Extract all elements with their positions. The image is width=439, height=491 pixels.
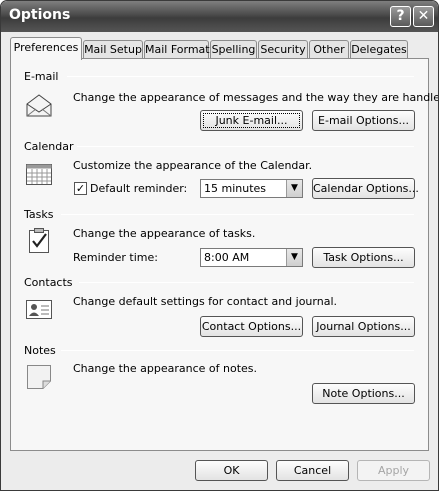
tab-security[interactable]: Security: [258, 40, 308, 59]
notes-heading: Notes: [24, 344, 56, 357]
tab-other[interactable]: Other: [309, 40, 349, 59]
tab-preferences[interactable]: Preferences: [10, 37, 82, 60]
note-icon: [25, 363, 53, 389]
calendar-separator: [77, 146, 414, 147]
calendar-icon: [25, 161, 53, 187]
default-reminder-checkbox[interactable]: ✓: [74, 182, 87, 195]
contacts-description: Change default settings for contact and …: [73, 295, 337, 308]
contacts-separator: [79, 282, 414, 283]
task-clipboard-icon: [25, 227, 53, 253]
preferences-panel: E-mail Change the appearance of messages…: [10, 58, 438, 451]
reminder-time-select[interactable]: 8:00 AM ▼: [200, 248, 303, 267]
calendar-options-button[interactable]: Calendar Options...: [312, 178, 419, 199]
ok-button[interactable]: OK: [195, 460, 268, 481]
contacts-heading: Contacts: [24, 276, 73, 289]
contact-card-icon: [25, 297, 53, 323]
default-reminder-value: 15 minutes: [204, 182, 267, 195]
tab-mail-format[interactable]: Mail Format: [144, 40, 210, 59]
reminder-time-label: Reminder time:: [73, 251, 158, 264]
apply-button[interactable]: Apply: [357, 460, 430, 481]
task-options-button[interactable]: Task Options...: [312, 247, 415, 268]
notes-description: Change the appearance of notes.: [73, 362, 258, 375]
default-reminder-select[interactable]: 15 minutes ▼: [200, 179, 303, 198]
default-reminder-label: Default reminder:: [90, 182, 188, 195]
tab-mail-setup[interactable]: Mail Setup: [83, 40, 143, 59]
cancel-button[interactable]: Cancel: [276, 460, 349, 481]
help-button[interactable]: ?: [390, 6, 411, 27]
chevron-down-icon[interactable]: ▼: [286, 180, 302, 197]
contact-options-button[interactable]: Contact Options...: [200, 316, 303, 337]
tasks-separator: [61, 214, 414, 215]
email-separator: [67, 76, 414, 77]
calendar-description: Customize the appearance of the Calendar…: [73, 159, 313, 172]
notes-separator: [61, 350, 414, 351]
envelope-icon: [25, 92, 53, 118]
title-bar: Options ? ✕: [1, 1, 438, 32]
chevron-down-icon[interactable]: ▼: [286, 249, 302, 266]
email-heading: E-mail: [24, 70, 59, 83]
options-dialog: Options ? ✕ Preferences Mail Setup Mail …: [0, 0, 439, 491]
reminder-time-value: 8:00 AM: [204, 251, 250, 264]
tab-delegates[interactable]: Delegates: [350, 40, 408, 59]
email-description: Change the appearance of messages and th…: [73, 91, 439, 104]
close-button[interactable]: ✕: [413, 6, 434, 27]
note-options-button[interactable]: Note Options...: [312, 383, 415, 404]
tasks-description: Change the appearance of tasks.: [73, 227, 256, 240]
tab-spelling[interactable]: Spelling: [210, 40, 257, 59]
email-options-button[interactable]: E-mail Options...: [312, 110, 415, 131]
tasks-heading: Tasks: [24, 208, 54, 221]
calendar-heading: Calendar: [24, 140, 74, 153]
junk-email-button[interactable]: Junk E-mail...: [200, 110, 303, 131]
journal-options-button[interactable]: Journal Options...: [312, 316, 415, 337]
window-title: Options: [9, 7, 71, 23]
